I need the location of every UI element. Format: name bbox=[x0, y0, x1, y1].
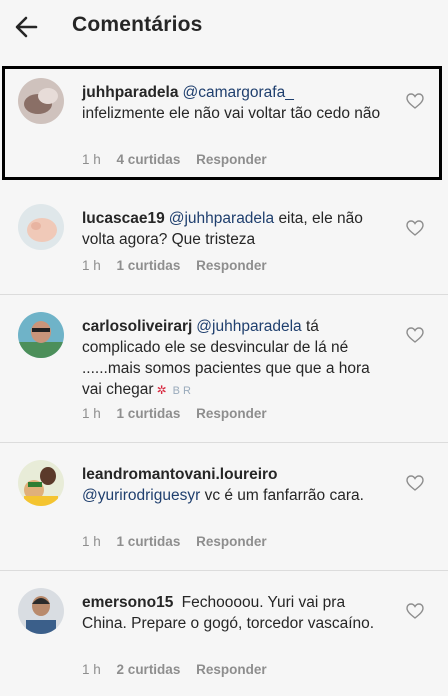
comment-likes[interactable]: 1 curtidas bbox=[117, 258, 181, 273]
header-bar: Comentários bbox=[0, 0, 448, 56]
comment-likes[interactable]: 1 curtidas bbox=[117, 406, 181, 421]
comment-text: carlosoliveirarj @juhhparadela tá complic… bbox=[82, 316, 392, 402]
page-title: Comentários bbox=[72, 13, 203, 36]
comment-time: 1 h bbox=[82, 152, 101, 167]
comment-meta: 1 h 1 curtidas Responder bbox=[82, 406, 279, 421]
comment-username[interactable]: carlosoliveirarj bbox=[82, 318, 192, 335]
comment-time: 1 h bbox=[82, 258, 101, 273]
avatar[interactable] bbox=[18, 312, 64, 358]
comment-meta: 1 h 4 curtidas Responder bbox=[82, 152, 279, 167]
divider bbox=[0, 294, 448, 295]
heart-icon[interactable] bbox=[406, 327, 424, 343]
back-arrow-icon[interactable] bbox=[12, 12, 42, 42]
divider bbox=[0, 442, 448, 443]
flag-icon: B R bbox=[172, 385, 191, 397]
heart-icon[interactable] bbox=[406, 93, 424, 109]
comment-mention[interactable]: @camargorafa_ bbox=[182, 84, 293, 101]
comment-username[interactable]: leandromantovani.loureiro bbox=[82, 466, 278, 483]
avatar[interactable] bbox=[18, 460, 64, 506]
comment-likes[interactable]: 2 curtidas bbox=[117, 662, 181, 677]
comment-likes[interactable]: 4 curtidas bbox=[117, 152, 181, 167]
comment-text: lucascae19 @juhhparadela eita, ele não vo… bbox=[82, 208, 392, 250]
comment-text: juhhparadela @camargorafa_ infelizmente e… bbox=[82, 82, 392, 124]
comment-mention[interactable]: @yurirodriguesyr bbox=[82, 487, 200, 504]
reply-button[interactable]: Responder bbox=[196, 662, 267, 677]
heart-icon[interactable] bbox=[406, 603, 424, 619]
comment-mention[interactable]: @juhhparadela bbox=[196, 318, 301, 335]
comment-body: infelizmente ele não vai voltar tão cedo… bbox=[82, 105, 381, 122]
divider bbox=[0, 570, 448, 571]
reply-button[interactable]: Responder bbox=[196, 258, 267, 273]
avatar[interactable] bbox=[18, 78, 64, 124]
comment-username[interactable]: emersono15 bbox=[82, 594, 173, 611]
comment-body: vc é um fanfarrão cara. bbox=[204, 487, 364, 504]
reply-button[interactable]: Responder bbox=[196, 406, 267, 421]
reply-button[interactable]: Responder bbox=[196, 534, 267, 549]
reply-button[interactable]: Responder bbox=[196, 152, 267, 167]
emoji-icon: ✲ bbox=[156, 383, 167, 397]
comment-likes[interactable]: 1 curtidas bbox=[117, 534, 181, 549]
comment-mention[interactable]: @juhhparadela bbox=[169, 210, 274, 227]
heart-icon[interactable] bbox=[406, 220, 424, 236]
comment-time: 1 h bbox=[82, 662, 101, 677]
comment-meta: 1 h 2 curtidas Responder bbox=[82, 662, 279, 677]
comment-text: leandromantovani.loureiro @yurirodrigues… bbox=[82, 464, 392, 506]
comment-username[interactable]: lucascae19 bbox=[82, 210, 165, 227]
comment-meta: 1 h 1 curtidas Responder bbox=[82, 534, 279, 549]
avatar[interactable] bbox=[18, 588, 64, 634]
comment-text: emersono15 Fechoooou. Yuri vai pra China… bbox=[82, 592, 392, 634]
avatar[interactable] bbox=[18, 204, 64, 250]
comment-time: 1 h bbox=[82, 406, 101, 421]
comment-username[interactable]: juhhparadela bbox=[82, 84, 178, 101]
comment-meta: 1 h 1 curtidas Responder bbox=[82, 258, 279, 273]
heart-icon[interactable] bbox=[406, 475, 424, 491]
comment-time: 1 h bbox=[82, 534, 101, 549]
